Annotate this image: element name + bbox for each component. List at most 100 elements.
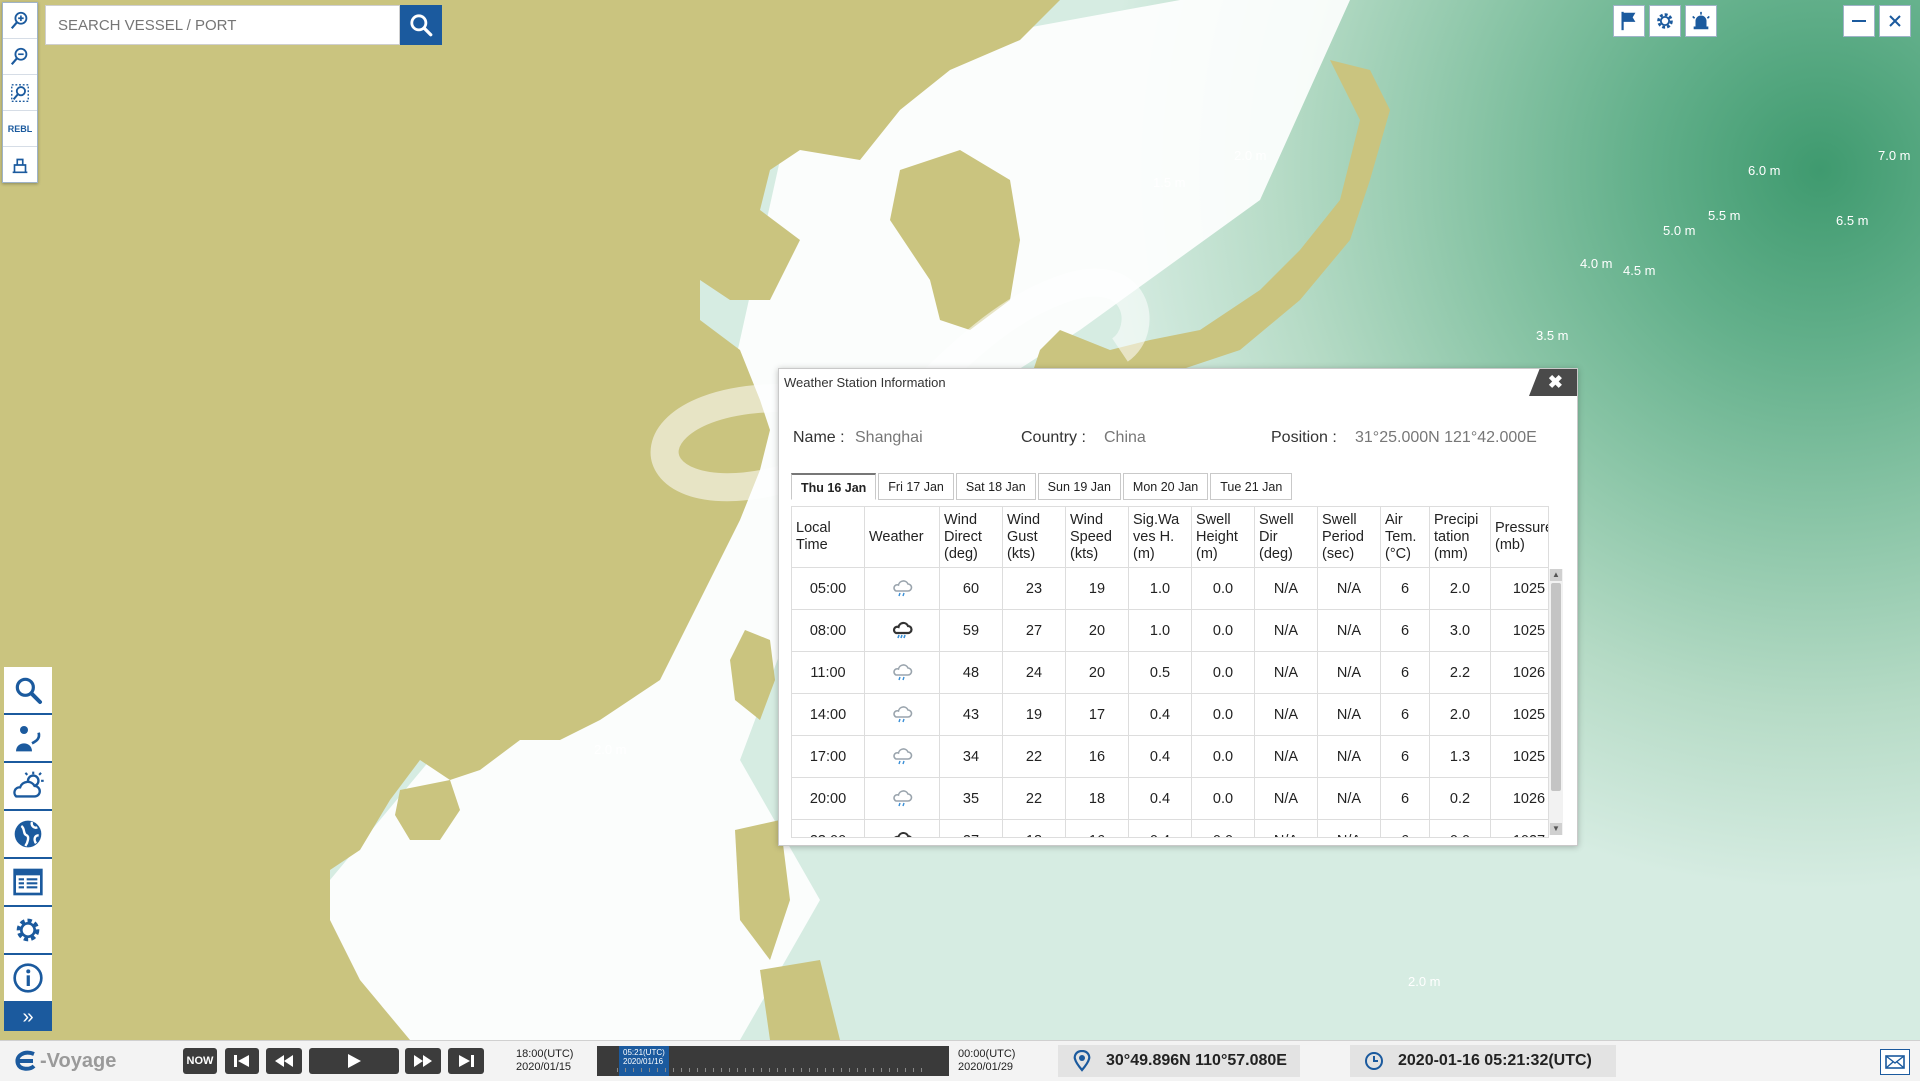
table-cell: 0.0 <box>1191 609 1255 652</box>
column-header: Wind Speed (kts) <box>1065 507 1129 568</box>
search-box[interactable] <box>45 5 400 45</box>
table-row[interactable]: 08:005927201.00.0N/AN/A63.010257 <box>792 609 1548 652</box>
column-header: Swell Dir (deg) <box>1254 507 1318 568</box>
search-icon <box>410 14 433 37</box>
play-icon <box>348 1054 361 1068</box>
table-cell: 6 <box>1380 777 1430 820</box>
globe-tool-button[interactable] <box>4 811 52 859</box>
tab-sat-18-jan[interactable]: Sat 18 Jan <box>955 473 1036 500</box>
table-row[interactable]: 14:004319170.40.0N/AN/A62.010259 <box>792 693 1548 736</box>
table-cell: N/A <box>1254 609 1318 652</box>
column-header-line: Local <box>796 520 831 536</box>
column-header-line: (deg) <box>944 545 978 562</box>
search-input[interactable] <box>46 6 399 44</box>
weather-cell <box>864 693 940 736</box>
column-header-line: Time <box>796 537 828 553</box>
column-header-line: Speed <box>1070 528 1112 545</box>
message-button[interactable] <box>1880 1049 1910 1075</box>
tab-tue-21-jan[interactable]: Tue 21 Jan <box>1210 473 1293 500</box>
wave-height-label: 3.5 m <box>1536 328 1569 343</box>
info-icon <box>13 963 43 993</box>
table-cell: N/A <box>1254 567 1318 610</box>
cloud-icon <box>893 831 912 837</box>
scroll-up-arrow[interactable]: ▲ <box>1550 569 1562 581</box>
close-icon <box>1889 15 1901 27</box>
layers-button[interactable] <box>3 147 37 182</box>
info-tool-button[interactable] <box>4 955 52 1003</box>
light-rain-icon <box>890 663 914 686</box>
search-tool-button[interactable] <box>4 667 52 715</box>
table-cell: 1025 <box>1490 609 1548 652</box>
skip-end-button[interactable] <box>448 1048 484 1074</box>
report-tool-button[interactable] <box>4 859 52 907</box>
column-header-line: (kts) <box>1070 545 1099 562</box>
search-button[interactable] <box>400 5 442 45</box>
weather-tool-button[interactable] <box>4 763 52 811</box>
table-scrollbar[interactable]: ▲ ▼ <box>1549 569 1563 835</box>
light-rain-icon <box>890 579 914 602</box>
table-cell: 6 <box>1380 819 1430 837</box>
timeline-end: 00:00(UTC) 2020/01/29 <box>958 1048 1015 1074</box>
search-icon <box>15 677 42 704</box>
zoom-in-icon <box>10 11 28 29</box>
table-cell: 17 <box>1065 693 1129 736</box>
close-window-button[interactable] <box>1879 5 1911 37</box>
table-cell: 0.5 <box>1128 651 1192 694</box>
minimize-button[interactable] <box>1843 5 1875 37</box>
play-button[interactable] <box>309 1048 399 1074</box>
alarm-button[interactable] <box>1685 5 1717 37</box>
route-tool-button[interactable] <box>4 715 52 763</box>
column-header-line: Swell <box>1196 511 1231 528</box>
dialog-close-button[interactable]: ✖ <box>1529 369 1577 396</box>
expand-menu-button[interactable]: » <box>4 1003 52 1031</box>
forecast-table-container[interactable]: Local Time Weather Wind Direct (deg) Wind Gust(… <box>791 506 1549 838</box>
zoom-in-button[interactable] <box>3 3 37 39</box>
table-row[interactable]: 11:004824200.50.0N/AN/A62.210269 <box>792 651 1548 694</box>
cursor-position-value: 30°49.896N 110°57.080E <box>1106 1052 1287 1069</box>
scrollbar-thumb[interactable] <box>1551 583 1561 791</box>
table-cell: 0.0 <box>1191 651 1255 694</box>
table-cell: 3.0 <box>1429 609 1491 652</box>
fast-forward-button[interactable] <box>405 1048 441 1074</box>
settings-button[interactable] <box>1649 5 1681 37</box>
table-cell: N/A <box>1317 819 1381 837</box>
zoom-area-button[interactable] <box>3 75 37 111</box>
table-cell: 6 <box>1380 735 1430 778</box>
column-header-line: Sig.Wa <box>1133 511 1180 528</box>
settings-tool-button[interactable] <box>4 907 52 955</box>
tab-sun-19-jan[interactable]: Sun 19 Jan <box>1037 473 1121 500</box>
weather-cell <box>864 819 940 837</box>
tab-fri-17-jan[interactable]: Fri 17 Jan <box>878 473 954 500</box>
alarm-light-icon <box>1692 11 1710 30</box>
table-cell: 0.0 <box>1191 693 1255 736</box>
weather-cell <box>864 567 940 610</box>
rebl-button[interactable]: REBL <box>3 111 37 147</box>
rewind-button[interactable] <box>266 1048 302 1074</box>
table-row[interactable]: 20:003522180.40.0N/AN/A60.210262 <box>792 777 1548 820</box>
table-row[interactable]: 23:002718160.40.0N/AN/A60.0102710 <box>792 819 1548 837</box>
column-header: Precipi tation (mm) <box>1429 507 1491 568</box>
zoom-out-icon <box>10 47 28 65</box>
table-row[interactable]: 17:003422160.40.0N/AN/A61.310259 <box>792 735 1548 778</box>
column-header-line: Pressure <box>1495 520 1549 536</box>
flag-button[interactable] <box>1613 5 1645 37</box>
column-header-line: (m) <box>1133 545 1155 562</box>
timeline-slider[interactable]: 05:21(UTC) 2020/01/16 <box>597 1046 949 1076</box>
table-cell: 16 <box>1065 819 1129 837</box>
flag-icon <box>1621 11 1636 31</box>
tab-thu-16-jan[interactable]: Thu 16 Jan <box>791 473 877 500</box>
skip-start-button[interactable] <box>225 1048 259 1074</box>
table-row[interactable]: 05:006023191.00.0N/AN/A62.010259 <box>792 567 1548 610</box>
table-cell: 20 <box>1065 651 1129 694</box>
table-cell: 16 <box>1065 735 1129 778</box>
now-button[interactable]: NOW <box>183 1048 217 1074</box>
logo-text: -Voyage <box>40 1049 117 1072</box>
timeline-start: 18:00(UTC) 2020/01/15 <box>516 1048 573 1074</box>
table-cell: 59 <box>939 609 1003 652</box>
tab-mon-20-jan[interactable]: Mon 20 Jan <box>1122 473 1209 500</box>
zoom-out-button[interactable] <box>3 39 37 75</box>
wave-height-label: 5.5 m <box>1708 208 1741 223</box>
zoom-area-icon <box>11 83 29 102</box>
table-cell: 0.0 <box>1191 819 1255 837</box>
scroll-down-arrow[interactable]: ▼ <box>1550 823 1562 835</box>
